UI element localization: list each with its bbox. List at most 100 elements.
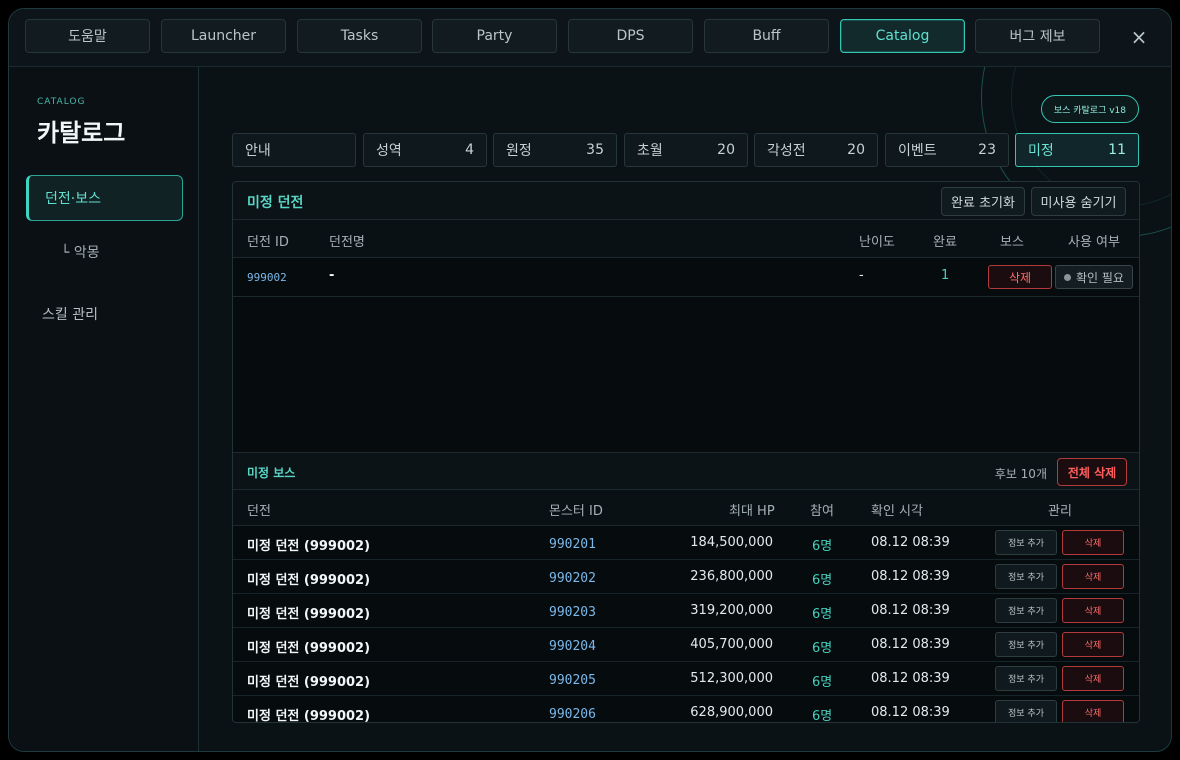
boss-dungeon: 미정 던전 (999002) (247, 641, 371, 656)
filter-count: 23 (978, 142, 996, 158)
top-nav-bar: 도움말 Launcher Tasks Party DPS Buff Catalo… (9, 9, 1171, 67)
table-row[interactable]: 미정 던전 (999002) 990206 628,900,000 6명 08.12 0… (233, 696, 1139, 723)
info-add-button[interactable]: 정보 추가 (995, 530, 1057, 555)
dungeon-complete-count: 1 (941, 268, 950, 283)
reset-complete-button[interactable]: 완료 초기화 (941, 187, 1025, 216)
app-window: 도움말 Launcher Tasks Party DPS Buff Catalo… (8, 8, 1172, 752)
filter-awakening[interactable]: 각성전 20 (754, 133, 878, 167)
usage-status-label: 확인 필요 (1076, 270, 1124, 285)
boss-monster-id: 990206 (549, 707, 596, 722)
filter-count: 35 (586, 142, 604, 158)
dungeon-table-header: 던전 ID 던전명 난이도 완료 보스 사용 여부 (233, 220, 1139, 258)
table-row[interactable]: 미정 던전 (999002) 990204 405,700,000 6명 08.12 0… (233, 628, 1139, 662)
boss-monster-id: 990201 (549, 537, 596, 552)
boss-join: 6명 (812, 539, 833, 554)
col-monster-id: 몬스터 ID (549, 504, 603, 519)
filter-label: 초월 (637, 143, 663, 159)
col-difficulty: 난이도 (859, 235, 895, 250)
boss-join: 6명 (812, 675, 833, 690)
filter-count: 20 (717, 142, 735, 158)
filter-count: 20 (847, 142, 865, 158)
boss-panel-header: 미정 보스 후보 10개 전체 삭제 (233, 452, 1139, 490)
candidate-count: 후보 10개 (994, 467, 1047, 481)
delete-all-button[interactable]: 전체 삭제 (1057, 458, 1127, 486)
usage-status-button[interactable]: 확인 필요 (1055, 265, 1133, 289)
col-checked-at: 확인 시각 (871, 504, 923, 519)
table-row[interactable]: 미정 던전 (999002) 990205 512,300,000 6명 08.12 0… (233, 662, 1139, 696)
filter-label: 미정 (1028, 143, 1054, 159)
filter-label: 각성전 (767, 143, 806, 159)
sidebar-item-dungeon-boss[interactable]: 던전·보스 (26, 175, 183, 221)
boss-checked-at: 08.12 08:39 (871, 603, 950, 618)
boss-max-hp: 184,500,000 (690, 535, 773, 550)
boss-dungeon: 미정 던전 (999002) (247, 607, 371, 622)
boss-join: 6명 (812, 573, 833, 588)
info-add-button[interactable]: 정보 추가 (995, 700, 1057, 722)
filter-guide[interactable]: 안내 (232, 133, 356, 167)
boss-table-header: 던전 몬스터 ID 최대 HP 참여 확인 시각 관리 (233, 490, 1139, 526)
boss-delete-button[interactable]: 삭제 (988, 265, 1052, 289)
filter-event[interactable]: 이벤트 23 (885, 133, 1009, 167)
tab-help[interactable]: 도움말 (25, 19, 150, 53)
info-add-button[interactable]: 정보 추가 (995, 632, 1057, 657)
delete-button[interactable]: 삭제 (1062, 530, 1124, 555)
table-row[interactable]: 미정 던전 (999002) 990202 236,800,000 6명 08.12 0… (233, 560, 1139, 594)
status-dot-icon (1064, 273, 1071, 281)
hide-unused-button[interactable]: 미사용 숨기기 (1031, 187, 1126, 216)
col-boss: 보스 (1000, 235, 1024, 250)
delete-button[interactable]: 삭제 (1062, 598, 1124, 623)
boss-monster-id: 990205 (549, 673, 596, 688)
sidebar-subitem-nightmare[interactable]: └ 악몽 (61, 242, 100, 262)
filter-undecided[interactable]: 미정 11 (1015, 133, 1139, 167)
delete-button[interactable]: 삭제 (1062, 666, 1124, 691)
boss-monster-id: 990203 (549, 605, 596, 620)
boss-checked-at: 08.12 08:39 (871, 705, 950, 720)
table-row[interactable]: 999002 - - 1 삭제 확인 필요 (233, 259, 1139, 297)
filter-transcend[interactable]: 초월 20 (624, 133, 748, 167)
main-content: 보스 카탈로그 v18 안내 성역 4 원정 35 초월 20 각성전 20 이… (200, 67, 1171, 751)
sidebar: CATALOG 카탈로그 던전·보스 └ 악몽 스킬 관리 (9, 67, 199, 751)
table-row[interactable]: 미정 던전 (999002) 990201 184,500,000 6명 08.12 0… (233, 526, 1139, 560)
boss-max-hp: 405,700,000 (690, 637, 773, 652)
sidebar-eyebrow: CATALOG (37, 97, 86, 107)
boss-join: 6명 (812, 641, 833, 656)
boss-join: 6명 (812, 607, 833, 622)
sidebar-title: 카탈로그 (37, 119, 126, 147)
boss-dungeon: 미정 던전 (999002) (247, 539, 371, 554)
filter-expedition[interactable]: 원정 35 (493, 133, 617, 167)
tab-party[interactable]: Party (432, 19, 557, 53)
sidebar-item-label: 던전·보스 (45, 191, 101, 207)
tab-dps[interactable]: DPS (568, 19, 693, 53)
tab-bug-report[interactable]: 버그 제보 (975, 19, 1100, 53)
panel-title: 미정 던전 (247, 195, 304, 211)
delete-button[interactable]: 삭제 (1062, 564, 1124, 589)
boss-max-hp: 512,300,000 (690, 671, 773, 686)
boss-checked-at: 08.12 08:39 (871, 671, 950, 686)
col-complete: 완료 (933, 235, 957, 250)
tab-tasks[interactable]: Tasks (297, 19, 422, 53)
filter-sanctum[interactable]: 성역 4 (363, 133, 487, 167)
delete-button[interactable]: 삭제 (1062, 632, 1124, 657)
filter-label: 원정 (506, 143, 532, 159)
filter-label: 성역 (376, 143, 402, 159)
info-add-button[interactable]: 정보 추가 (995, 666, 1057, 691)
table-row[interactable]: 미정 던전 (999002) 990203 319,200,000 6명 08.12 0… (233, 594, 1139, 628)
col-manage: 관리 (1048, 504, 1072, 519)
version-badge: 보스 카탈로그 v18 (1040, 95, 1139, 123)
delete-button[interactable]: 삭제 (1062, 700, 1124, 722)
filter-count: 11 (1108, 142, 1126, 158)
info-add-button[interactable]: 정보 추가 (995, 598, 1057, 623)
sidebar-item-skill-manage[interactable]: 스킬 관리 (26, 291, 183, 337)
dungeon-id: 999002 (247, 271, 287, 284)
filter-label: 안내 (245, 143, 271, 159)
boss-join: 6명 (812, 709, 833, 723)
tab-launcher[interactable]: Launcher (161, 19, 286, 53)
boss-dungeon: 미정 던전 (999002) (247, 573, 371, 588)
boss-panel-title: 미정 보스 (247, 466, 296, 480)
close-icon[interactable]: × (1129, 27, 1149, 47)
boss-checked-at: 08.12 08:39 (871, 637, 950, 652)
tab-buff[interactable]: Buff (704, 19, 829, 53)
boss-dungeon: 미정 던전 (999002) (247, 709, 371, 723)
tab-catalog[interactable]: Catalog (840, 19, 965, 53)
info-add-button[interactable]: 정보 추가 (995, 564, 1057, 589)
